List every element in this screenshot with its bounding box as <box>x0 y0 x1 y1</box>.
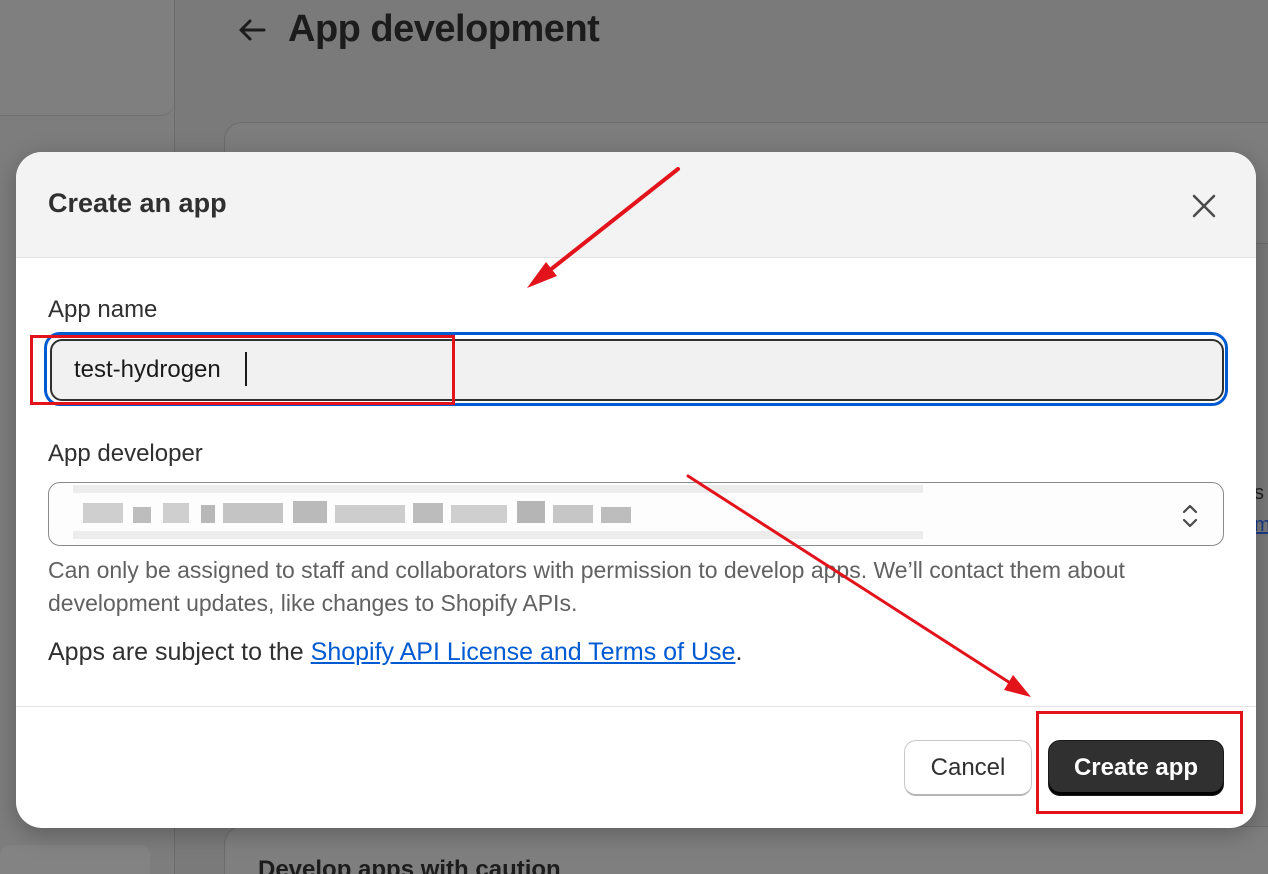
page-title: App development <box>288 8 600 50</box>
sidebar-top-section <box>0 0 174 116</box>
modal-header: Create an app <box>16 152 1256 258</box>
caution-card-title: Develop apps with caution <box>258 856 561 874</box>
terms-link[interactable]: Shopify API License and Terms of Use <box>311 638 736 666</box>
modal-title: Create an app <box>48 188 227 218</box>
close-icon <box>1192 194 1216 218</box>
annotation-box-create-app <box>1036 711 1243 814</box>
app-developer-help-text: Can only be assigned to staff and collab… <box>48 557 1125 616</box>
footer-divider <box>16 706 1256 707</box>
terms-text: Apps are subject to the Shopify API Lice… <box>48 638 742 667</box>
redacted-developer-value <box>73 481 923 545</box>
terms-suffix: . <box>735 638 743 666</box>
back-arrow-icon[interactable] <box>234 12 270 48</box>
app-developer-select[interactable] <box>48 482 1224 546</box>
chevron-up-down-icon <box>1182 504 1198 528</box>
background-edge-link[interactable]: m <box>1254 514 1268 537</box>
cancel-button[interactable]: Cancel <box>904 740 1032 796</box>
sidebar-bottom-item <box>0 845 150 874</box>
close-button[interactable] <box>1182 184 1226 228</box>
app-name-label: App name <box>48 296 158 323</box>
app-developer-label: App developer <box>48 440 203 467</box>
terms-prefix: Apps are subject to the <box>48 638 311 666</box>
annotation-box-app-name <box>30 335 455 405</box>
